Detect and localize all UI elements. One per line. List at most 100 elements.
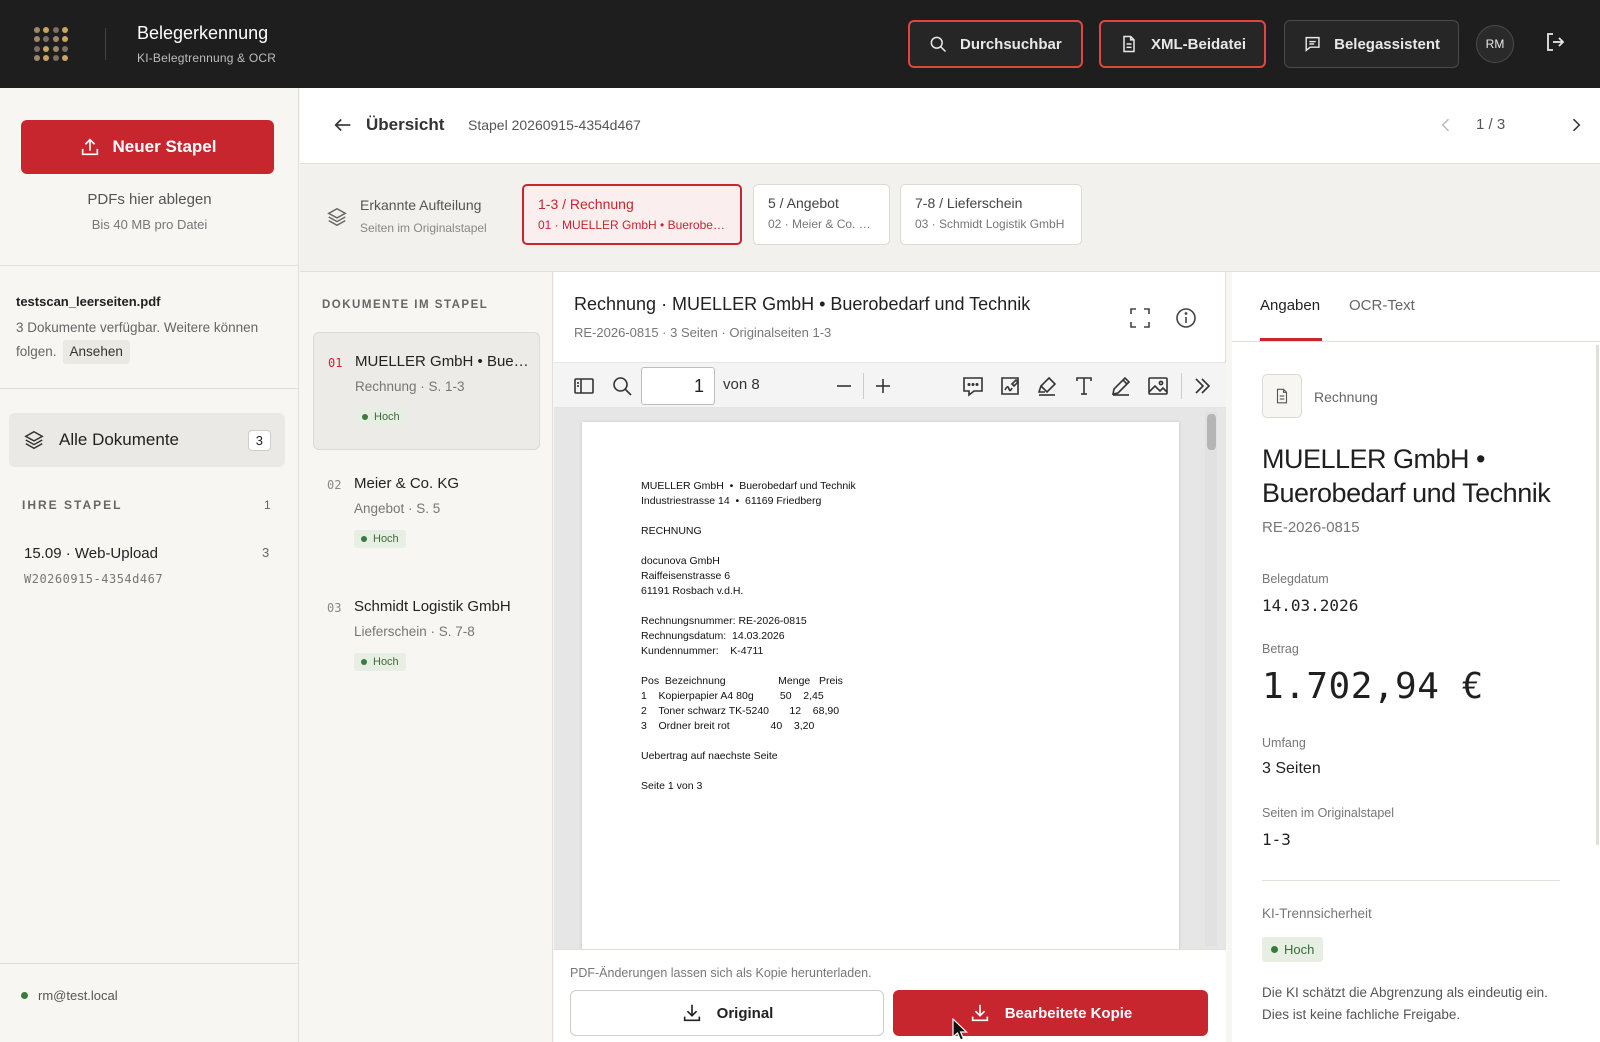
split-subtitle: Seiten im Originalstapel	[360, 221, 487, 235]
sidebar-item-all-documents[interactable]: Alle Dokumente 3	[9, 413, 285, 467]
download-original-button[interactable]: Original	[570, 990, 884, 1036]
doc-number: 03	[327, 601, 342, 615]
draw-button[interactable]	[1109, 374, 1133, 398]
pdf-page: MUELLER GmbH • Buerobedarf und Technik I…	[582, 422, 1179, 949]
scope-label: Umfang	[1262, 736, 1306, 750]
document-viewer: Rechnung · MUELLER GmbH • Buerobedarf un…	[554, 272, 1226, 1042]
searchable-button[interactable]: Durchsuchbar	[908, 20, 1083, 68]
details-scrollbar[interactable]	[1596, 345, 1599, 845]
divider	[1181, 373, 1182, 399]
top-bar: Belegerkennung KI-Belegtrennung & OCR Du…	[0, 0, 1600, 88]
zoom-in-button[interactable]	[871, 374, 895, 398]
user-email: rm@test.local	[38, 988, 118, 1003]
all-documents-count: 3	[247, 429, 271, 451]
doc-number: 01	[328, 356, 343, 370]
xml-attachment-button[interactable]: XML-Beidatei	[1099, 20, 1266, 68]
sidebar-toggle-icon	[574, 378, 594, 394]
next-button[interactable]	[1566, 115, 1586, 135]
document-reference: RE-2026-0815	[1262, 519, 1360, 536]
batches-count: 1	[264, 498, 271, 512]
divider	[0, 265, 299, 266]
avatar[interactable]: RM	[1476, 25, 1514, 63]
download-note: PDF-Änderungen lassen sich als Kopie her…	[570, 966, 872, 980]
divider	[863, 373, 864, 399]
text-tool-button[interactable]	[1072, 374, 1096, 398]
list-item[interactable]: 03 Schmidt Logistik GmbH Lieferschein · …	[313, 578, 540, 696]
chat-icon	[1305, 36, 1320, 52]
split-chip-3[interactable]: 7-8 / Lieferschein 03 · Schmidt Logistik…	[900, 184, 1082, 245]
status-dot-icon	[1271, 946, 1278, 953]
download-edited-copy-label: Bearbeitete Kopie	[1004, 1004, 1133, 1022]
plus-icon	[876, 379, 890, 393]
logout-icon	[1547, 33, 1565, 51]
comment-icon	[963, 377, 983, 397]
xml-attachment-label: XML-Beidatei	[1151, 35, 1247, 53]
pdf-scrollbar-thumb[interactable]	[1207, 414, 1216, 450]
logout-button[interactable]	[1543, 30, 1571, 58]
chevron-left-icon	[1441, 118, 1450, 132]
searchable-label: Durchsuchbar	[960, 35, 1062, 53]
date-value: 14.03.2026	[1262, 596, 1359, 615]
split-chip-2[interactable]: 5 / Angebot 02 · Meier & Co. KG	[753, 184, 890, 245]
double-chevron-right-icon	[1195, 378, 1211, 394]
signature-button[interactable]	[998, 374, 1022, 398]
split-chip-1[interactable]: 1-3 / Rechnung 01 · MUELLER GmbH • Buero…	[522, 184, 742, 245]
document-assistant-button[interactable]: Belegassistent	[1284, 20, 1459, 68]
pdf-scrollbar[interactable]	[1205, 412, 1217, 946]
viewer-footer: PDF-Änderungen lassen sich als Kopie her…	[554, 949, 1226, 1042]
split-bar: Erkannte Aufteilung Seiten im Originalst…	[300, 164, 1600, 272]
page-number-input[interactable]: 1	[641, 367, 715, 405]
comment-button[interactable]	[961, 374, 985, 398]
zoom-out-button[interactable]	[832, 374, 856, 398]
scope-value: 3 Seiten	[1262, 760, 1321, 777]
status-dot-icon	[361, 536, 367, 542]
dropzone-title[interactable]: PDFs hier ablegen	[0, 191, 299, 208]
new-batch-button[interactable]: Neuer Stapel	[21, 120, 274, 174]
previous-button[interactable]	[1436, 115, 1456, 135]
file-name: testscan_leerseiten.pdf	[16, 294, 161, 309]
divider	[0, 963, 299, 964]
pdf-page-text: MUELLER GmbH • Buerobedarf und Technik I…	[641, 480, 856, 792]
overview-link[interactable]: Übersicht	[366, 115, 444, 135]
back-button[interactable]	[332, 114, 354, 136]
view-button[interactable]: Ansehen	[62, 340, 130, 364]
signature-icon	[1001, 377, 1020, 395]
image-button[interactable]	[1146, 374, 1170, 398]
date-label: Belegdatum	[1262, 572, 1329, 586]
download-icon	[683, 1004, 700, 1022]
tab-details[interactable]: Angaben	[1260, 297, 1320, 314]
chevron-right-icon	[1572, 118, 1581, 132]
original-pages-value: 1-3	[1262, 830, 1291, 849]
more-tools-button[interactable]	[1190, 374, 1214, 398]
fullscreen-button[interactable]	[1128, 306, 1152, 330]
confidence-badge: Hoch	[355, 408, 407, 426]
list-item[interactable]: 02 Meier & Co. KG Angebot · S. 5 Hoch	[313, 455, 540, 573]
app-title: Belegerkennung	[137, 23, 269, 43]
tab-ocr-text[interactable]: OCR-Text	[1349, 297, 1415, 314]
batch-item-count: 3	[262, 545, 270, 560]
batch-item-name[interactable]: 15.09 · Web-Upload	[24, 545, 158, 562]
download-icon	[971, 1004, 988, 1022]
details-panel: Angaben OCR-Text Rechnung MUELLER GmbH •…	[1232, 272, 1600, 1042]
dropzone-hint: Bis 40 MB pro Datei	[91, 217, 208, 232]
list-item[interactable]: 01 MUELLER GmbH • Buerobedarf und Techni…	[313, 332, 540, 450]
confidence-badge: Hoch	[354, 530, 406, 548]
document-assistant-label: Belegassistent	[1334, 35, 1440, 53]
download-original-label: Original	[716, 1004, 774, 1022]
info-button[interactable]	[1174, 306, 1198, 330]
sidebar: Neuer Stapel PDFs hier ablegen Bis 40 MB…	[0, 88, 299, 1042]
main-header: Übersicht Stapel 20260915-4354d467 1 / 3	[300, 88, 1600, 164]
confidence-badge-label: Hoch	[374, 411, 400, 423]
sidebar-toggle-button[interactable]	[572, 374, 596, 398]
pdf-search-button[interactable]	[610, 374, 634, 398]
batches-heading: IHRE STAPEL	[22, 498, 123, 512]
active-tab-indicator	[1260, 338, 1322, 341]
amount-value: 1.702,94 €	[1262, 666, 1484, 707]
app-grid-icon[interactable]	[34, 27, 68, 61]
download-edited-copy-button[interactable]: Bearbeitete Kopie	[893, 990, 1208, 1036]
image-icon	[1148, 377, 1168, 395]
details-tabs: Angaben OCR-Text	[1232, 272, 1600, 342]
doc-title: Schmidt Logistik GmbH	[354, 598, 511, 615]
pdf-canvas[interactable]: MUELLER GmbH • Buerobedarf und Technik I…	[554, 408, 1226, 949]
highlight-button[interactable]	[1035, 374, 1059, 398]
